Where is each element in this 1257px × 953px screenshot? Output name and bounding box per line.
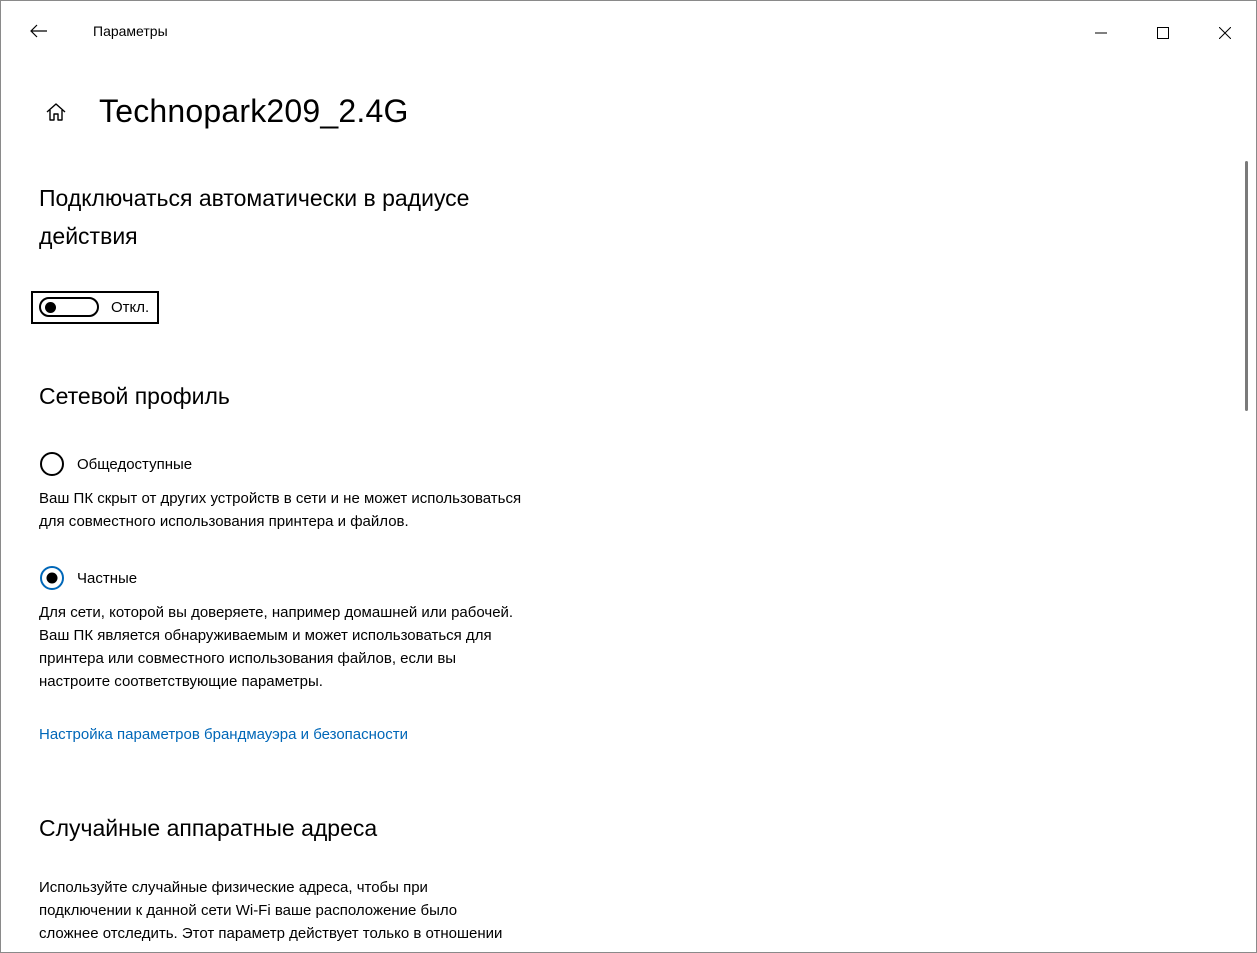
close-icon: [1219, 27, 1231, 39]
random-hw-description-line2: подключении к данной сети Wi-Fi ваше рас…: [39, 902, 458, 919]
minimize-icon: [1095, 32, 1107, 34]
settings-window: Параметры Technopark209_2.4G Подключатьс…: [0, 0, 1257, 953]
toggle-switch[interactable]: [39, 297, 99, 317]
radio-public[interactable]: Общедоступные: [39, 451, 192, 477]
minimize-button[interactable]: [1070, 1, 1132, 65]
toggle-knob: [45, 302, 56, 313]
radio-public-label: Общедоступные: [77, 455, 193, 473]
page-header: Technopark209_2.4G: [45, 93, 409, 130]
vertical-scrollbar[interactable]: [1245, 161, 1248, 411]
maximize-icon: [1157, 27, 1169, 39]
random-hw-description-line3: сложнее отследить. Этот параметр действу…: [39, 925, 503, 942]
auto-connect-toggle[interactable]: Откл.: [31, 291, 160, 324]
app-title: Параметры: [93, 23, 168, 39]
back-arrow-icon: [30, 24, 47, 38]
home-icon[interactable]: [45, 101, 67, 123]
public-description-line1: Ваш ПК скрыт от других устройств в сети …: [39, 490, 522, 507]
private-description-line4: настроите соответствующие параметры.: [39, 673, 323, 690]
public-description-line2: для совместного использования принтера и…: [39, 513, 409, 530]
private-description-line2: Ваш ПК является обнаруживаемым и может и…: [39, 627, 492, 644]
private-description-line3: принтера или совместного использования ф…: [39, 650, 457, 667]
firewall-settings-link[interactable]: Настройка параметров брандмауэра и безоп…: [39, 726, 408, 743]
auto-connect-title-line2: действия: [39, 223, 138, 249]
page-title: Technopark209_2.4G: [99, 93, 409, 129]
maximize-button[interactable]: [1132, 1, 1194, 65]
radio-private[interactable]: Частные: [39, 565, 137, 591]
back-button[interactable]: [21, 13, 57, 49]
radio-private-label: Частные: [77, 569, 138, 587]
window-controls: [1070, 1, 1256, 65]
random-hw-title: Случайные аппаратные адреса: [39, 815, 378, 841]
title-bar: Параметры: [1, 1, 1256, 65]
auto-connect-title-line1: Подключаться автоматически в радиусе: [39, 185, 470, 211]
radio-selected-icon[interactable]: [39, 565, 65, 591]
private-description-line1: Для сети, которой вы доверяете, например…: [39, 604, 514, 621]
network-profile-title: Сетевой профиль: [39, 383, 230, 409]
radio-unselected-icon[interactable]: [39, 451, 65, 477]
random-hw-description-line1: Используйте случайные физические адреса,…: [39, 879, 428, 896]
toggle-state-label: Откл.: [111, 298, 150, 316]
close-button[interactable]: [1194, 1, 1256, 65]
